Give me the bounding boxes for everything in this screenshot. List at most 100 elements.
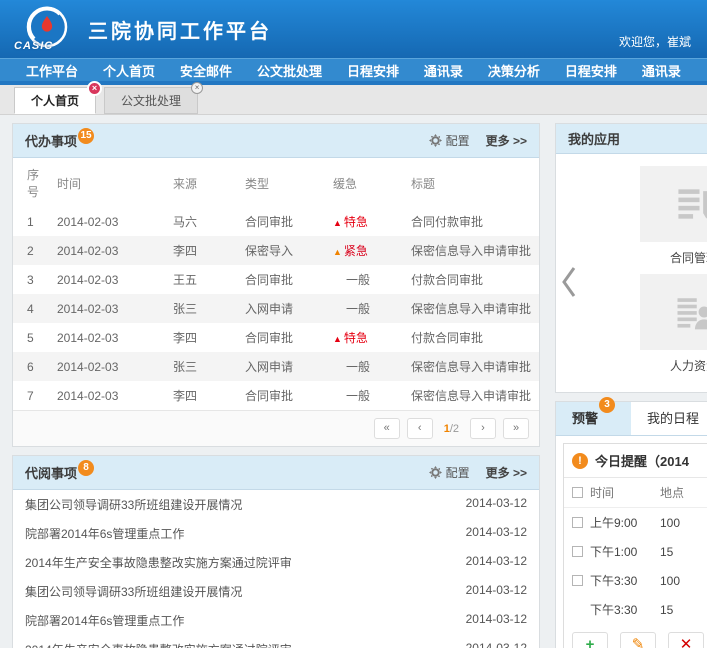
my-apps-panel: 我的应用 4 合同管理 人力资源 [555, 123, 707, 393]
schedule-row[interactable]: 上午9:00 100 [564, 508, 707, 537]
tab-personal-home[interactable]: 个人首页 × [14, 87, 96, 114]
list-item[interactable]: 院部署2014年6s管理重点工作2014-03-12 [13, 519, 539, 548]
todo-count-badge: 15 [78, 128, 94, 144]
alert-count-badge: 3 [599, 397, 615, 413]
column-header: 地点 [660, 484, 707, 501]
select-all-checkbox[interactable] [572, 487, 583, 498]
schedule-row[interactable]: 下午1:00 15 [564, 537, 707, 566]
todo-panel-title: 代办事项 [25, 131, 77, 150]
config-button[interactable]: 配置 [429, 132, 470, 149]
tab-label: 个人首页 [31, 94, 79, 108]
nav-item-home[interactable]: 个人首页 [103, 59, 155, 81]
app-tile-contract[interactable]: 4 合同管理 [638, 166, 707, 266]
app-label: 人力资源 [638, 357, 707, 374]
apps-carousel: 4 合同管理 人力资源 [556, 154, 707, 392]
reminder-header: ! 今日提醒（2014 [564, 444, 707, 478]
left-column: 代办事项 15 配置 更多 >> 序号 时间 来源 类型 缓急 标题 [12, 123, 540, 648]
schedule-row[interactable]: 下午3:30 15 [564, 595, 707, 624]
hr-icon [640, 274, 707, 350]
row-checkbox[interactable] [572, 546, 583, 557]
nav-item-schedule[interactable]: 日程安排 [347, 59, 399, 81]
prev-page-button[interactable]: ‹ [407, 418, 433, 439]
gear-icon [429, 466, 442, 479]
tab-my-schedule[interactable]: 我的日程 [631, 402, 707, 435]
list-item[interactable]: 2014年生产安全事故隐患整改实施方案通过院评审2014-03-12 [13, 635, 539, 648]
close-icon[interactable]: × [87, 81, 102, 96]
my-apps-title: 我的应用 [568, 129, 620, 148]
todo-table-header-row: 序号 时间 来源 类型 缓急 标题 [13, 158, 539, 207]
nav-item-analysis[interactable]: 决策分析 [488, 59, 540, 81]
read-panel-header: 代阅事项 8 配置 更多 >> [13, 456, 539, 490]
list-item[interactable]: 集团公司领导调研33所班组建设开展情况2014-03-12 [13, 490, 539, 519]
schedule-column-headers: 时间 地点 [564, 478, 707, 508]
page-title: 三院协同工作平台 [88, 15, 272, 44]
nav-item-workbench[interactable]: 工作平台 [26, 59, 78, 81]
reminder-title: 今日提醒（2014 [595, 451, 689, 470]
tab-strip: 个人首页 × 公文批处理 × [0, 85, 707, 115]
next-page-button[interactable]: › [470, 418, 496, 439]
row-checkbox[interactable] [572, 517, 583, 528]
my-apps-header: 我的应用 [556, 124, 707, 154]
edit-button[interactable]: ✎ [620, 632, 656, 648]
table-row[interactable]: 2 2014-02-03 李四 保密导入 ▲紧急 保密信息导入申请审批 [13, 236, 539, 265]
config-label: 配置 [446, 132, 470, 149]
alert-body: ! 今日提醒（2014 时间 地点 上午9:00 100 [555, 435, 707, 648]
nav-item-documents[interactable]: 公文批处理 [257, 59, 322, 81]
chevron-left-icon[interactable] [561, 266, 577, 303]
table-row[interactable]: 4 2014-02-03 张三 入网申请 一般 保密信息导入申请审批 [13, 294, 539, 323]
todo-table: 序号 时间 来源 类型 缓急 标题 1 2014-02-03 马六 合同审批 ▲… [13, 158, 539, 410]
tab-label: 公文批处理 [121, 94, 181, 108]
read-list: 集团公司领导调研33所班组建设开展情况2014-03-12 院部署2014年6s… [13, 490, 539, 648]
contract-icon [640, 166, 707, 242]
urgency-triangle-icon: ▲ [333, 218, 342, 228]
column-header: 时间 [53, 158, 169, 207]
table-row[interactable]: 6 2014-02-03 张三 入网申请 一般 保密信息导入申请审批 [13, 352, 539, 381]
tab-alerts[interactable]: 预警3 [556, 402, 631, 435]
urgency-triangle-icon: ▲ [333, 247, 342, 257]
nav-item-contacts-2[interactable]: 通讯录 [642, 59, 681, 81]
right-column: 我的应用 4 合同管理 人力资源 [555, 123, 707, 648]
table-row[interactable]: 3 2014-02-03 王五 合同审批 一般 付款合同审批 [13, 265, 539, 294]
reminder-box: ! 今日提醒（2014 时间 地点 上午9:00 100 [563, 443, 707, 648]
welcome-text: 欢迎您，崔斌 [619, 33, 691, 50]
config-button[interactable]: 配置 [429, 464, 470, 481]
schedule-actions: + ✎ ✕ [564, 624, 707, 648]
column-header: 缓急 [329, 158, 407, 207]
column-header: 类型 [241, 158, 329, 207]
casic-logo: CASIC [14, 4, 80, 54]
app-label: 合同管理 [638, 249, 707, 266]
page-indicator: 1/2 [440, 423, 463, 435]
table-row[interactable]: 5 2014-02-03 李四 合同审批 ▲特急 付款合同审批 [13, 323, 539, 352]
config-label: 配置 [446, 464, 470, 481]
app-header: CASIC 三院协同工作平台 欢迎您，崔斌 [0, 0, 707, 58]
row-checkbox[interactable] [572, 575, 583, 586]
tab-document-batch[interactable]: 公文批处理 × [104, 87, 198, 114]
main-content: 代办事项 15 配置 更多 >> 序号 时间 来源 类型 缓急 标题 [0, 115, 707, 648]
more-link[interactable]: 更多 >> [486, 132, 527, 149]
first-page-button[interactable]: « [374, 418, 400, 439]
read-panel-title: 代阅事项 [25, 463, 77, 482]
nav-item-mail[interactable]: 安全邮件 [180, 59, 232, 81]
list-item[interactable]: 2014年生产安全事故隐患整改实施方案通过院评审2014-03-12 [13, 548, 539, 577]
schedule-row[interactable]: 下午3:30 100 [564, 566, 707, 595]
more-link[interactable]: 更多 >> [486, 464, 527, 481]
todo-pagination: « ‹ 1/2 › » [13, 410, 539, 446]
casic-logo-text: CASIC [14, 40, 53, 52]
nav-item-schedule-2[interactable]: 日程安排 [565, 59, 617, 81]
column-header: 时间 [590, 484, 660, 501]
delete-button[interactable]: ✕ [668, 632, 704, 648]
column-header: 标题 [407, 158, 539, 207]
app-tile-hr[interactable]: 人力资源 [638, 274, 707, 374]
gear-icon [429, 134, 442, 147]
nav-item-contacts[interactable]: 通讯录 [424, 59, 463, 81]
warning-icon: ! [572, 453, 588, 469]
read-panel: 代阅事项 8 配置 更多 >> 集团公司领导调研33所班组建设开展情况2014-… [12, 455, 540, 648]
table-row[interactable]: 7 2014-02-03 李四 合同审批 一般 保密信息导入申请审批 [13, 381, 539, 410]
close-icon[interactable]: × [191, 82, 203, 94]
list-item[interactable]: 集团公司领导调研33所班组建设开展情况2014-03-12 [13, 577, 539, 606]
table-row[interactable]: 1 2014-02-03 马六 合同审批 ▲特急 合同付款审批 [13, 207, 539, 236]
alert-panel: 预警3 我的日程 ! 今日提醒（2014 时间 地点 上 [555, 401, 707, 648]
last-page-button[interactable]: » [503, 418, 529, 439]
add-button[interactable]: + [572, 632, 608, 648]
list-item[interactable]: 院部署2014年6s管理重点工作2014-03-12 [13, 606, 539, 635]
